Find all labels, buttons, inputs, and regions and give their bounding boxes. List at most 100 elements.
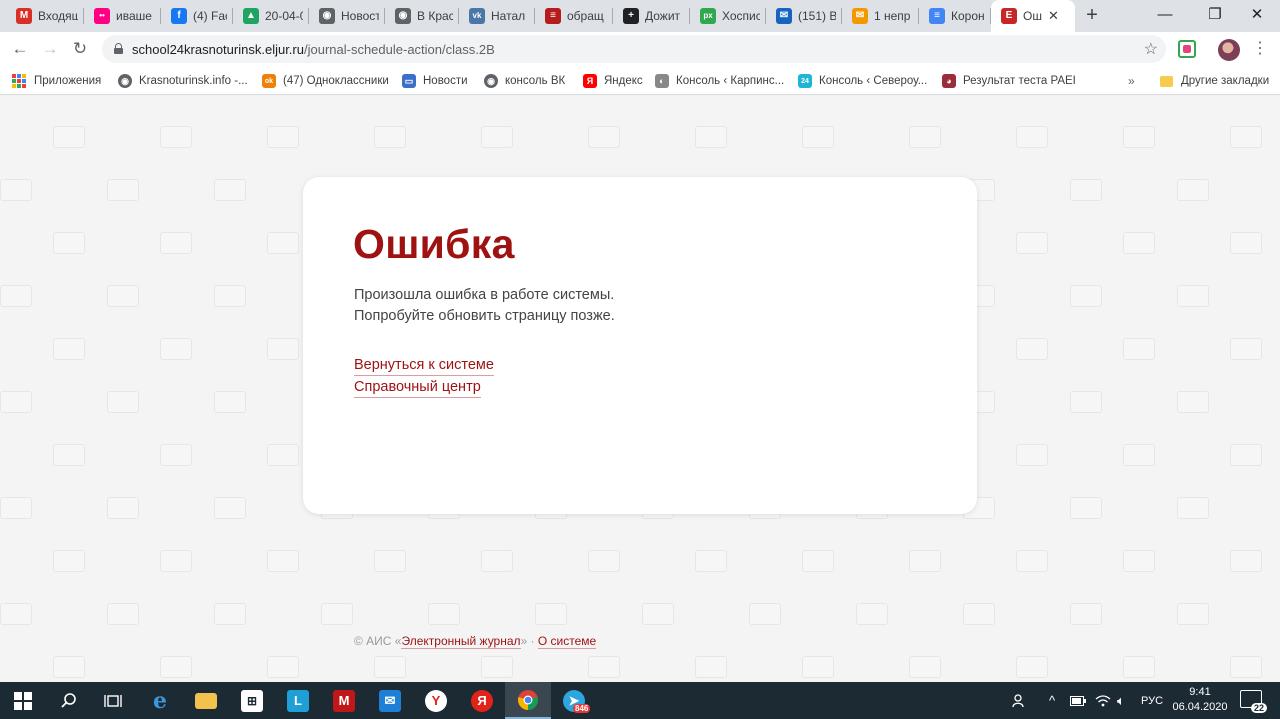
browser-tab[interactable]: ▲ 20-04-0 (233, 0, 309, 32)
bookmark-label: консоль ВК (505, 75, 566, 87)
bookmark-item[interactable]: ◕ Результат теста PAEI (942, 71, 1076, 91)
notification-center-icon[interactable]: 22 (1240, 690, 1267, 713)
minimize-button[interactable]: — (1142, 0, 1188, 32)
error-message: Произошла ошибка в работе системы. Попро… (354, 285, 615, 327)
people-icon[interactable] (1012, 682, 1028, 719)
lock-icon (114, 43, 123, 54)
taskbar-explorer[interactable] (183, 682, 229, 719)
tab-title: Новост (341, 9, 379, 23)
browser-tab[interactable]: ◉ Новост (309, 0, 385, 32)
error-message-line: Попробуйте обновить страницу позже. (354, 308, 615, 324)
profile-avatar[interactable] (1218, 39, 1240, 61)
taskbar-telegram[interactable]: ➤ 846 (551, 682, 597, 719)
tab-title: обращ (567, 9, 604, 23)
bookmark-label: Консоль ‹ Карпинс... (676, 75, 785, 87)
more-bookmarks-icon[interactable]: » (1128, 74, 1135, 88)
new-tab-button[interactable]: + (1080, 4, 1104, 28)
system-clock[interactable]: 9:41 06.04.2020 (1168, 685, 1232, 715)
mail-icon: ✉ (776, 8, 792, 24)
mcafee-icon: M (333, 689, 355, 712)
restore-button[interactable]: ❐ (1192, 0, 1238, 32)
browser-tab[interactable]: + Дожит (613, 0, 690, 32)
bookmarks-bar: Приложения ◉ Krasnoturinsk.info -... ok (47)… (0, 66, 1280, 95)
taskbar-mail[interactable]: ✉ (367, 682, 413, 719)
extension-icon[interactable] (1178, 40, 1196, 58)
footer-journal-link[interactable]: Электронный журнал (401, 634, 521, 649)
yandex-browser-icon: Y (425, 689, 447, 712)
close-window-button[interactable]: ✕ (1234, 0, 1280, 32)
plus-box-icon: + (623, 8, 639, 24)
error-title: Ошибка (353, 221, 515, 267)
error-card: Ошибка Произошла ошибка в работе системы… (303, 177, 977, 514)
taskbar-l-app[interactable]: L (275, 682, 321, 719)
browser-tab[interactable]: ≡ обращ (535, 0, 613, 32)
bookmark-label: (47) Одноклассники (283, 75, 389, 87)
browser-menu-icon[interactable]: ⋮ (1252, 40, 1268, 58)
chrome-icon (518, 689, 538, 710)
browser-tab[interactable]: f (4) Face (161, 0, 233, 32)
wifi-icon[interactable] (1095, 682, 1111, 719)
gmail-icon: M (16, 8, 32, 24)
help-center-link[interactable]: Справочный центр (354, 378, 481, 398)
globe-icon: ◉ (319, 8, 335, 24)
browser-tab[interactable]: Е Ош ✕ (991, 0, 1075, 32)
language-indicator[interactable]: РУС (1141, 682, 1163, 719)
tray-expand-icon[interactable]: ^ (1049, 682, 1055, 719)
page-content: Ошибка Произошла ошибка в работе системы… (0, 96, 1280, 682)
l-app-icon: L (287, 689, 309, 712)
document-icon: ≡ (545, 8, 561, 24)
tab-title: В Крас (417, 9, 453, 23)
taskbar-store[interactable]: ⊞ (229, 682, 275, 719)
footer-copyright: © АИС « (354, 634, 402, 648)
url-text[interactable]: school24krasnoturinsk.eljur.ru/journal-s… (132, 42, 495, 57)
browser-tab[interactable]: ◉ В Крас (385, 0, 459, 32)
browser-tab[interactable]: M Входящ (6, 0, 84, 32)
folder-icon (1160, 75, 1173, 87)
bookmark-item[interactable]: ok (47) Одноклассники (262, 71, 389, 91)
taskbar-chrome[interactable] (505, 682, 551, 719)
back-button[interactable]: ← (8, 37, 32, 61)
edge-icon: e (153, 687, 167, 714)
tab-strip: M Входящ •• иваше f (4) Face ▲ 20-04-0 ◉ Новост ◉ В… (0, 0, 1280, 32)
clock-time: 9:41 (1189, 686, 1211, 698)
bookmark-label: Новости (423, 75, 468, 87)
tab-title: (151) Вх (798, 9, 836, 23)
page-footer: © АИС «Электронный журнал» · О системе (354, 634, 597, 649)
mail-icon: ✉ (379, 689, 401, 712)
bookmark-star-icon[interactable]: ☆ (1144, 39, 1158, 59)
taskbar-edge[interactable]: e (137, 682, 183, 719)
forward-button[interactable]: → (38, 37, 62, 61)
bookmark-item[interactable]: ◉ консоль ВК (484, 71, 565, 91)
browser-tab[interactable]: px Хоспис (690, 0, 766, 32)
volume-icon[interactable]: 🔈︎ (1117, 682, 1125, 719)
footer-about-link[interactable]: О системе (537, 634, 597, 649)
bookmark-item[interactable]: Я Яндекс (583, 71, 643, 91)
taskbar-yandex[interactable]: Я (459, 682, 505, 719)
bookmark-item[interactable]: ◐ Консоль ‹ Карпинс... (655, 71, 784, 91)
tab-title: 20-04-0 (265, 9, 303, 23)
back-to-system-link[interactable]: Вернуться к системе (354, 356, 494, 376)
facebook-icon: f (171, 8, 187, 24)
other-bookmarks-folder[interactable]: Другие закладки (1160, 71, 1269, 91)
tab-close-icon[interactable]: ✕ (1048, 8, 1059, 24)
search-button[interactable] (46, 682, 92, 719)
browser-tab[interactable]: ✉ (151) Вх (766, 0, 842, 32)
other-bookmarks-label: Другие закладки (1181, 75, 1270, 87)
address-bar[interactable]: school24krasnoturinsk.eljur.ru/journal-s… (102, 35, 1166, 63)
battery-icon[interactable] (1070, 682, 1086, 719)
browser-tab[interactable]: •• иваше (84, 0, 161, 32)
browser-tab[interactable]: ✉ 1 непр (842, 0, 919, 32)
reload-button[interactable]: ↻ (68, 37, 92, 61)
bookmark-item[interactable]: 24 Консоль ‹ Североу... (798, 71, 927, 91)
taskbar-yandex-browser[interactable]: Y (413, 682, 459, 719)
bookmark-item[interactable]: Приложения (12, 71, 101, 91)
bookmark-item[interactable]: ▭ Новости (402, 71, 468, 91)
apps-grid-icon (12, 74, 26, 88)
browser-tab[interactable]: vk Натал (459, 0, 535, 32)
globe-icon: ◉ (395, 8, 411, 24)
taskbar-mcafee[interactable]: M (321, 682, 367, 719)
browser-tab[interactable]: ≡ Корона (919, 0, 991, 32)
task-view-button[interactable] (90, 682, 136, 719)
bookmark-item[interactable]: ◉ Krasnoturinsk.info -... (118, 71, 248, 91)
start-button[interactable] (0, 682, 46, 719)
